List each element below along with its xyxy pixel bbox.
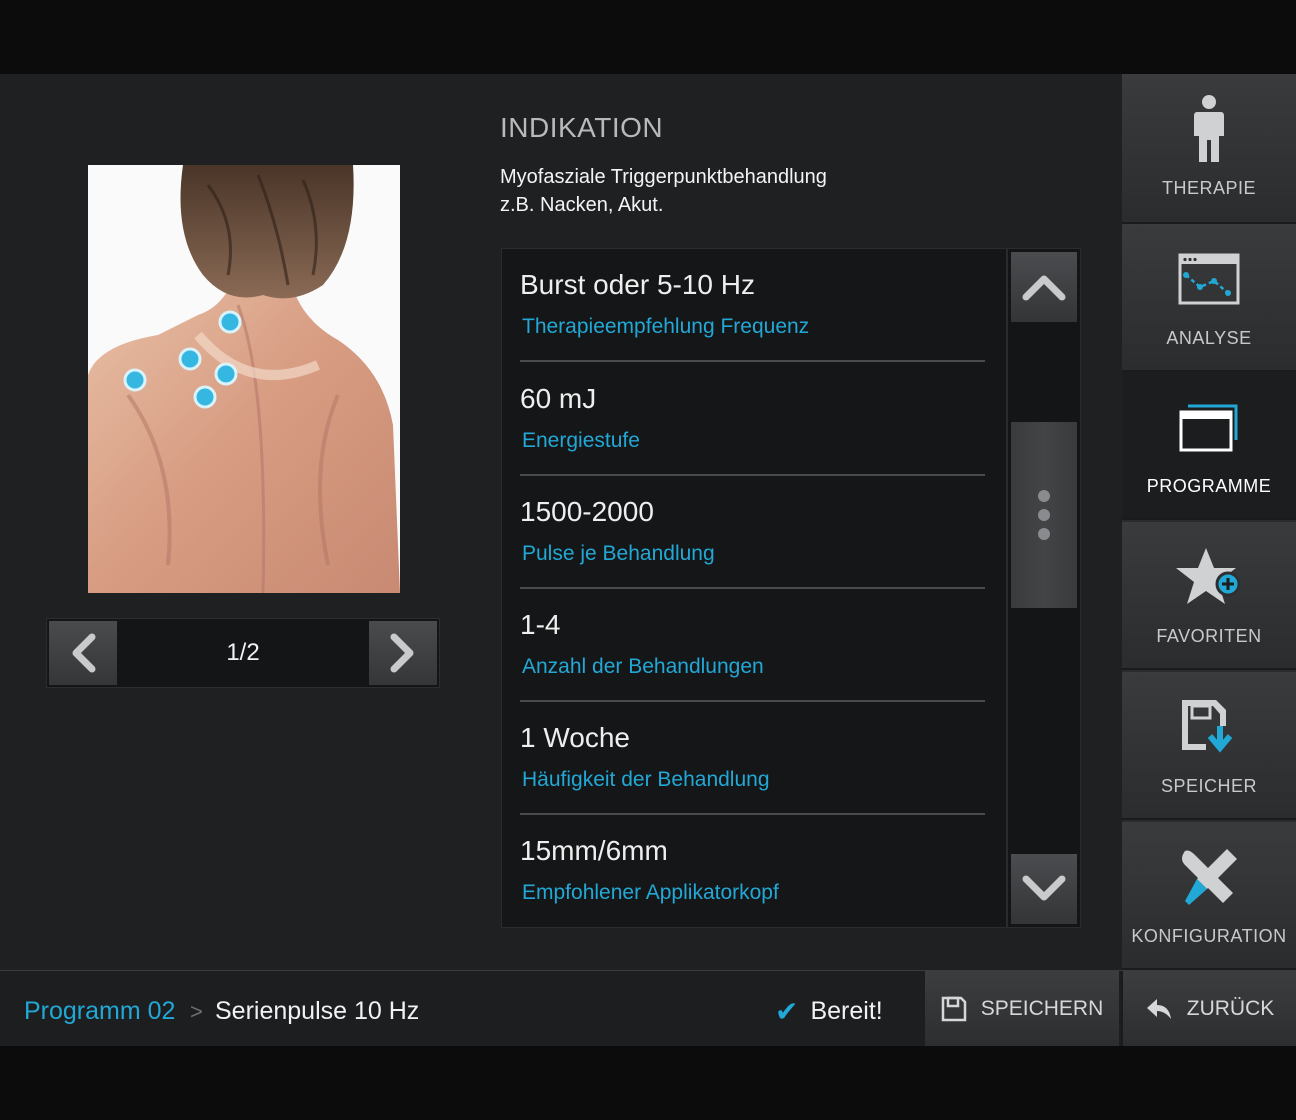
breadcrumb-separator: > <box>190 999 203 1024</box>
sidebar-item-label: FAVORITEN <box>1156 626 1262 646</box>
check-icon: ✔ <box>775 996 799 1027</box>
status-bar: Programm 02 > Serienpulse 10 Hz ✔ Bereit… <box>0 970 1296 1046</box>
previous-image-button[interactable] <box>49 621 117 685</box>
anatomy-image <box>88 165 400 593</box>
list-item: Burst oder 5-10 Hz Therapieempfehlung Fr… <box>520 249 985 362</box>
star-plus-icon <box>1176 548 1241 604</box>
sidebar-item-label: PROGRAMME <box>1146 476 1272 496</box>
indication-example: z.B. Nacken, Akut. <box>500 194 664 216</box>
scroll-down-button[interactable] <box>1011 854 1077 924</box>
page-indicator: 1/2 <box>226 639 260 666</box>
parameter-label: Häufigkeit der Behandlung <box>522 768 770 791</box>
back-button-label: ZURÜCK <box>1186 996 1275 1020</box>
bottom-bezel <box>0 1046 1296 1120</box>
save-button[interactable]: SPEICHERN <box>925 971 1119 1046</box>
tools-icon <box>1182 849 1237 905</box>
analysis-icon <box>1178 253 1240 305</box>
list-item: 1-4 Anzahl der Behandlungen <box>520 589 985 702</box>
parameter-value: 60 mJ <box>520 383 597 414</box>
save-button-label: SPEICHERN <box>980 996 1104 1020</box>
sidebar-item-analyse[interactable]: ANALYSE <box>1122 224 1296 372</box>
scroll-up-button[interactable] <box>1011 252 1077 322</box>
sidebar-item-label: SPEICHER <box>1160 776 1258 796</box>
grip-dot <box>1038 509 1050 521</box>
indication-description: Myofasziale Triggerpunktbehandlung <box>500 166 827 188</box>
chevron-down-icon <box>1022 875 1066 901</box>
list-item: 15mm/6mm Empfohlener Applikatorkopf <box>520 815 985 928</box>
person-icon <box>1194 95 1224 162</box>
indication-heading: INDIKATION <box>500 112 664 143</box>
grip-dot <box>1038 490 1050 502</box>
status-text: Bereit! <box>810 997 883 1025</box>
list-item: 60 mJ Energiestufe <box>520 363 985 476</box>
chevron-left-icon <box>72 633 96 673</box>
sidebar-item-therapie[interactable]: THERAPIE <box>1122 74 1296 224</box>
next-image-button[interactable] <box>369 621 437 685</box>
parameter-value: Burst oder 5-10 Hz <box>520 269 755 300</box>
image-pager: 1/2 <box>46 618 440 688</box>
breadcrumb-program-name: Serienpulse 10 Hz <box>215 997 420 1025</box>
sidebar-item-label: THERAPIE <box>1161 178 1257 198</box>
divider <box>520 360 985 362</box>
status-indicator: ✔ Bereit! <box>775 995 883 1028</box>
floppy-disk-icon <box>941 996 966 1021</box>
back-button[interactable]: ZURÜCK <box>1121 971 1296 1046</box>
sidebar-item-speicher[interactable]: SPEICHER <box>1122 672 1296 820</box>
parameter-label: Energiestufe <box>522 429 640 452</box>
chevron-right-icon <box>390 633 414 673</box>
sidebar-item-programme[interactable]: PROGRAMME <box>1122 372 1296 520</box>
save-download-icon <box>1182 700 1233 753</box>
back-arrow-icon <box>1146 998 1171 1019</box>
parameter-label: Empfohlener Applikatorkopf <box>522 881 779 904</box>
sidebar-item-favoriten[interactable]: FAVORITEN <box>1122 522 1296 670</box>
parameter-label: Therapieempfehlung Frequenz <box>522 315 810 338</box>
parameter-label: Anzahl der Behandlungen <box>522 655 764 678</box>
parameter-label: Pulse je Behandlung <box>522 542 715 565</box>
top-bezel <box>0 0 1296 74</box>
list-item: 1500-2000 Pulse je Behandlung <box>520 476 985 589</box>
scroll-thumb[interactable] <box>1011 422 1077 608</box>
chevron-up-icon <box>1022 275 1066 301</box>
list-scrollbar[interactable] <box>1007 248 1081 928</box>
parameter-value: 15mm/6mm <box>520 835 668 866</box>
breadcrumb-program[interactable]: Programm 02 <box>24 997 175 1026</box>
sidebar-item-label: ANALYSE <box>1166 328 1252 348</box>
parameter-value: 1-4 <box>520 609 561 640</box>
sidebar: THERAPIE ANALYSE PROGRAMME FAVORITEN SPE… <box>1122 74 1296 970</box>
parameter-value: 1 Woche <box>520 722 630 753</box>
parameter-list[interactable]: Burst oder 5-10 Hz Therapieempfehlung Fr… <box>501 248 1007 928</box>
parameter-value: 1500-2000 <box>520 496 654 527</box>
programs-icon <box>1179 404 1238 452</box>
sidebar-item-label: KONFIGURATION <box>1131 926 1287 946</box>
grip-dot <box>1038 528 1050 540</box>
list-item: 1 Woche Häufigkeit der Behandlung <box>520 702 985 815</box>
sidebar-item-konfiguration[interactable]: KONFIGURATION <box>1122 822 1296 970</box>
